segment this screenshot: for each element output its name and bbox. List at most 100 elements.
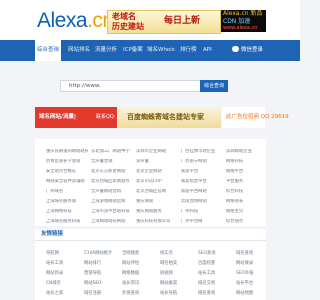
site-link[interactable]: 西青区站长学会站 (46, 159, 88, 165)
site-link[interactable]: 上海游戏网站官网 (91, 199, 133, 205)
friend-link[interactable]: SEO外链 (236, 271, 253, 277)
friend-link[interactable]: 域名查询 (236, 251, 253, 257)
site-link[interactable]: 上海域名服务科技 (46, 219, 88, 225)
site-link[interactable]: 北京市店CRP (136, 179, 178, 185)
friend-link[interactable]: 域名拍卖 (160, 261, 177, 267)
friend-link[interactable]: 营销导航 (84, 271, 101, 277)
nav-item-overview[interactable]: 综合查询 (35, 40, 61, 61)
friend-link[interactable]: 网站排行 (84, 261, 101, 267)
site-link[interactable]: 上海市游平台站科技 (91, 209, 133, 215)
site-link[interactable]: 综合科技 (226, 189, 268, 195)
promo-banner-cdn[interactable]: Alexa.cn 新品 CDN 加速 www.alexa.cn (221, 10, 266, 32)
site-link[interactable]: 家居帮营平台 (181, 179, 223, 185)
friend-link[interactable]: 网站SEO (84, 281, 101, 287)
friend-link[interactable]: 域名注册 (84, 291, 101, 297)
promo-banner-old-domains[interactable]: 老域名 历史建站 每日上新 (107, 10, 221, 34)
nav-item-icp[interactable]: ICP备案 (123, 40, 143, 61)
site-logo[interactable]: Alexa.cn (37, 9, 114, 33)
friend-links-list: 导航网 站长工具 网站目录 CN域名 站长之家 51VA网站统计 网站排行 营销导航 网站SEO… (35, 241, 266, 300)
site-link[interactable]: 上海网络科技 (46, 209, 88, 215)
nav-item-site-rank[interactable]: 网站排名 (68, 40, 90, 61)
friend-link[interactable]: 站长工具 (198, 271, 215, 277)
friend-link[interactable]: 域名查询 (198, 291, 215, 297)
site-link[interactable]: 上海域名服务站 (46, 199, 88, 205)
friend-link[interactable]: 短视频 (160, 271, 173, 277)
site-link[interactable]: 北京西城区官网 (136, 189, 178, 195)
ad-banner-white[interactable]: 此广告位招商 QQ 29619 (222, 107, 289, 128)
site-link[interactable]: 网络平台 (226, 169, 268, 175)
friend-link[interactable]: SEO查询 (198, 251, 215, 257)
nav-item-whois[interactable]: 域名Whois (147, 40, 175, 61)
site-link[interactable]: 广西南宁网站 (181, 159, 223, 165)
site-link[interactable]: 重庆网站 (136, 199, 178, 205)
site-link[interactable]: 重庆科技有限公司 (136, 219, 178, 225)
site-link[interactable]: 全声量营销 (91, 159, 133, 165)
site-link[interactable]: 家居平台 (181, 169, 223, 175)
friend-link[interactable]: 外链查询 (122, 291, 139, 297)
site-link[interactable]: 网站安全软件及辅助 (46, 179, 88, 185)
promo2-line3: www.alexa.cn (223, 25, 258, 31)
friend-links-header: 友情链接 (35, 229, 266, 241)
promo2-line1: Alexa.cn 新品 (223, 10, 263, 17)
wechat-icon (232, 46, 239, 52)
friend-link[interactable]: 找实名 (160, 251, 173, 257)
site-link[interactable]: 广州科技 (181, 209, 223, 215)
site-link[interactable]: 广州域名 (46, 189, 88, 195)
search-button[interactable]: 综合查询 (200, 80, 228, 92)
site-link[interactable]: 重庆网站服务 (136, 209, 178, 215)
friend-link[interactable]: 全网搜索 (122, 251, 139, 257)
site-link[interactable]: 全声量网站营销 (91, 189, 133, 195)
site-link[interactable]: 北京企业网站 (136, 169, 178, 175)
site-link[interactable]: 上海网站站长网站 (91, 219, 133, 225)
nav-item-traffic[interactable]: 流量分析 (95, 40, 117, 61)
login-label: 微信登录 (241, 47, 264, 53)
site-link[interactable]: 家居平台网站 (181, 189, 223, 195)
main-nav: 综合查询 网站排名 流量分析 ICP备案 域名Whois 排行榜 API 微信登… (0, 40, 300, 61)
friend-links-title: 友情链接 (41, 231, 64, 237)
site-link[interactable]: 北京东方新星网站 (91, 169, 133, 175)
ad-banner-gold[interactable]: 百度蜘蛛寄域名建站专家 (118, 107, 221, 128)
site-link[interactable]: 深声量 (136, 159, 178, 165)
friend-link[interactable]: CN域名 (46, 281, 61, 287)
ad-red-left-text: 域名网站/流量| (39, 114, 77, 120)
site-link[interactable]: 安全站点合格证 (46, 169, 88, 175)
wechat-login-button[interactable]: 微信登录 (232, 40, 263, 61)
ad-banner-red[interactable]: 域名网站/流量| 联系QQ: 305... (35, 107, 131, 128)
friend-link[interactable]: 网络数据 (122, 271, 139, 277)
logo-text: Alexa (37, 9, 88, 32)
site-link[interactable]: 网络科技 (226, 159, 268, 165)
friend-link[interactable]: 站长平台 (236, 281, 253, 287)
friend-link[interactable]: 网站评估 (122, 261, 139, 267)
site-link[interactable]: 北京西城区新闻站点 (91, 179, 133, 185)
site-link[interactable]: 广西桂林市站企业 (181, 149, 223, 155)
friend-link[interactable]: 网站目录 (46, 271, 63, 277)
friend-link[interactable]: 网站地图 (236, 291, 253, 297)
site-link[interactable]: 深圳网站企业 (226, 149, 268, 155)
friend-link[interactable]: 站长之家 (46, 291, 63, 297)
friend-link[interactable]: 51VA网站统计 (84, 251, 112, 257)
friend-link[interactable]: 域名交易 (198, 281, 215, 287)
site-link[interactable]: 平台服务 (226, 179, 268, 185)
site-link[interactable]: 网络主页 (226, 209, 268, 215)
nav-item-api[interactable]: API (203, 40, 212, 61)
friend-link[interactable]: 站长导航 (160, 291, 177, 297)
promo-right-text: 每日上新 (164, 16, 201, 26)
friend-link[interactable]: 站长工具 (46, 261, 63, 267)
nav-item-ranking[interactable]: 排行榜 (180, 40, 197, 61)
site-link[interactable]: 东北加工厂网站中小 (91, 149, 133, 155)
friend-link[interactable]: 百度权重 (198, 261, 215, 267)
site-link[interactable]: 重庆长期夜间网站站长 (46, 149, 88, 155)
site-link[interactable]: 云南昆明网站 (181, 199, 223, 205)
friend-link[interactable]: 站长资讯 (122, 281, 139, 287)
site-link[interactable]: 网络站长 (226, 199, 268, 205)
friend-link[interactable]: 网站备案 (160, 281, 177, 287)
friend-link[interactable]: 导航网 (46, 251, 59, 257)
ad-white-text: 此广告位招商 QQ 29619 (226, 114, 289, 120)
site-header: Alexa.cn 老域名 历史建站 每日上新 Alexa.cn 新品 CDN 加… (0, 0, 300, 40)
site-link[interactable]: 综合站点 (226, 219, 268, 225)
friend-link[interactable]: 网站收录 (236, 261, 253, 267)
search-value: http://www. (69, 83, 101, 89)
site-link[interactable]: 广州平台网 (181, 219, 223, 225)
site-link[interactable]: 深圳市企业网站 (136, 149, 178, 155)
search-input[interactable]: http://www. (60, 80, 201, 92)
